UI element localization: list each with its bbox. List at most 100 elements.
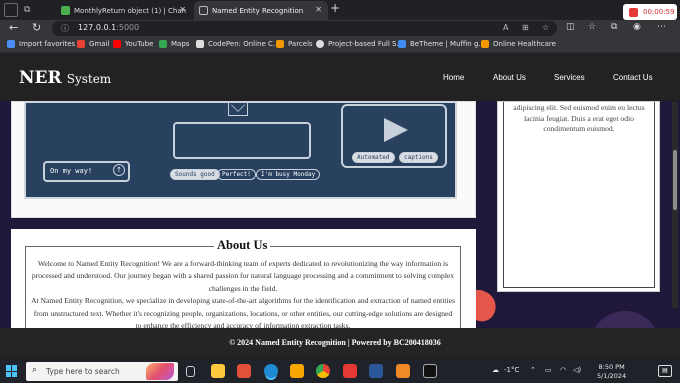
healthcare-icon <box>481 40 489 48</box>
parcels-icon <box>276 40 284 48</box>
tray-overflow-icon[interactable]: ⌃ <box>530 366 536 374</box>
project-icon <box>316 40 324 48</box>
nav-about-link[interactable]: About Us <box>493 73 526 82</box>
read-aloud-icon[interactable]: A <box>503 23 508 32</box>
site-footer: © 2024 Named Entity Recognition | Powere… <box>0 328 680 356</box>
about-section: Welcome to Named Entity Recognition! We … <box>11 229 476 346</box>
site-info-icon[interactable]: ⓘ <box>61 23 69 34</box>
chat-box-illustration <box>173 122 311 159</box>
bookmark-codepen[interactable]: CodePen: Online C... <box>196 40 280 48</box>
django-favicon-icon <box>61 6 70 15</box>
app-icon[interactable] <box>343 364 357 378</box>
footer-text: © 2024 Named Entity Recognition | Powere… <box>229 338 441 347</box>
search-icon: ⌕ <box>32 365 38 375</box>
collections-icon[interactable]: ⧉ <box>611 22 617 32</box>
weather-temperature[interactable]: -1°C <box>504 366 519 374</box>
nav-services-link[interactable]: Services <box>554 73 585 82</box>
taskbar-clock[interactable]: 8:50 PM 5/1/2024 <box>597 363 626 381</box>
workspaces-icon[interactable] <box>4 3 18 17</box>
favorites-icon[interactable]: ☆ <box>588 22 596 32</box>
reply-pill: Sounds good <box>170 169 220 180</box>
page-scrollbar[interactable] <box>672 102 678 308</box>
bookmark-youtube[interactable]: YouTube <box>113 40 153 48</box>
taskbar-search[interactable]: ⌕ Type here to search <box>26 362 178 381</box>
volume-icon[interactable]: ◁) <box>573 366 581 374</box>
taskbar: ⌕ Type here to search ☁ -1°C ⌃ ▭ ◠ ◁) 8:… <box>0 360 680 383</box>
network-icon[interactable]: ▭ <box>545 366 552 374</box>
folder-icon <box>7 40 15 48</box>
sidebar-paragraph: adipiscing elit. Sed euismod enim eu lec… <box>513 103 645 133</box>
clock-time: 8:50 PM <box>598 363 625 371</box>
search-highlight-icon <box>146 363 174 380</box>
file-explorer-icon[interactable] <box>211 364 225 378</box>
favorite-star-icon[interactable]: ☆ <box>542 23 549 32</box>
nav-contact-link[interactable]: Contact Us <box>613 73 653 82</box>
page-favicon-icon <box>199 6 208 15</box>
edge-icon[interactable] <box>264 364 278 378</box>
tab-monthly-return[interactable]: MonthlyReturn object (1) | Chan ✕ <box>56 1 192 20</box>
url-text: 127.0.0.1:5000 <box>78 23 140 32</box>
site-logo[interactable]: NER System <box>19 68 111 88</box>
caption-tag: captions <box>399 152 438 163</box>
recording-indicator[interactable]: 00:00:59 <box>623 4 677 20</box>
wifi-icon[interactable]: ◠ <box>560 366 566 374</box>
maps-icon <box>159 40 167 48</box>
weather-icon[interactable]: ☁ <box>492 366 499 374</box>
app-icon[interactable] <box>237 364 251 378</box>
chrome-icon[interactable] <box>316 364 330 378</box>
youtube-icon <box>113 40 121 48</box>
bookmark-maps[interactable]: Maps <box>159 40 189 48</box>
refresh-icon[interactable]: ↻ <box>32 21 41 34</box>
bookmarks-bar: Import favorites Gmail YouTube Maps Code… <box>0 37 680 53</box>
split-screen-icon[interactable]: ◫ <box>566 22 575 32</box>
caption-tag: Automated <box>352 152 395 163</box>
tab-named-entity-recognition[interactable]: Named Entity Recognition ✕ <box>194 1 328 20</box>
recording-time: 00:00:59 <box>643 8 675 16</box>
sublime-icon[interactable] <box>290 364 304 378</box>
send-arrow-icon: ↑ <box>113 164 125 176</box>
clock-date: 5/1/2024 <box>597 372 627 380</box>
task-view-icon[interactable] <box>186 366 195 377</box>
reply-pill: I'm busy Monday <box>256 169 321 180</box>
about-paragraph: At Named Entity Recognition, we speciali… <box>31 296 455 331</box>
bookmark-online-healthcare[interactable]: Online Healthcare <box>481 40 556 48</box>
about-paragraph: Welcome to Named Entity Recognition! We … <box>31 259 455 293</box>
codepen-icon <box>196 40 204 48</box>
bookmark-betheme[interactable]: BeTheme | Muffin g... <box>398 40 485 48</box>
scrollbar-thumb[interactable] <box>673 150 677 210</box>
bookmark-gmail[interactable]: Gmail <box>77 40 109 48</box>
tab-bar: ⧉ MonthlyReturn object (1) | Chan ✕ Name… <box>0 0 680 20</box>
word-icon[interactable] <box>369 364 383 378</box>
mail-icon <box>228 102 248 116</box>
tab-title: MonthlyReturn object (1) | Chan <box>74 6 187 15</box>
app-available-icon[interactable]: ⊞ <box>522 23 529 32</box>
bookmark-import-favorites[interactable]: Import favorites <box>7 40 75 48</box>
nav-home-link[interactable]: Home <box>443 73 464 82</box>
gmail-icon <box>77 40 85 48</box>
terminal-icon[interactable] <box>423 364 437 378</box>
address-bar[interactable]: ⓘ 127.0.0.1:5000 A ⊞ ☆ <box>52 21 557 36</box>
bookmark-parcels[interactable]: Parcels <box>276 40 313 48</box>
more-menu-icon[interactable]: ⋯ <box>657 22 666 32</box>
app-icon[interactable] <box>396 364 410 378</box>
sidebar-content: adipiscing elit. Sed euismod enim eu lec… <box>503 102 655 288</box>
bookmark-project-based[interactable]: Project-based Full S... <box>316 40 403 48</box>
record-stop-icon[interactable] <box>629 7 638 17</box>
browser-toolbar: ← ↻ ⓘ 127.0.0.1:5000 A ⊞ ☆ ◫ ☆ ⧉ ◉ ⋯ <box>0 20 680 37</box>
windows-start-icon[interactable] <box>6 365 18 377</box>
back-arrow-icon[interactable]: ← <box>9 21 18 34</box>
tab-title: Named Entity Recognition <box>212 6 304 15</box>
notifications-icon[interactable]: ▤ <box>658 365 672 377</box>
new-tab-button[interactable]: + <box>330 1 340 15</box>
search-placeholder: Type here to search <box>46 367 120 376</box>
close-tab-icon[interactable]: ✕ <box>179 5 186 14</box>
profile-icon[interactable]: ◉ <box>633 22 641 32</box>
close-tab-icon[interactable]: ✕ <box>315 5 322 14</box>
web-page: NER System Home About Us Services Contac… <box>0 54 680 356</box>
about-title: About Us <box>214 238 271 253</box>
site-header: NER System Home About Us Services Contac… <box>0 54 680 101</box>
tab-actions-icon[interactable]: ⧉ <box>24 5 30 15</box>
reply-pill: Perfect! <box>217 169 256 180</box>
play-icon <box>384 118 408 142</box>
sidebar-card: adipiscing elit. Sed euismod enim eu lec… <box>497 101 660 292</box>
